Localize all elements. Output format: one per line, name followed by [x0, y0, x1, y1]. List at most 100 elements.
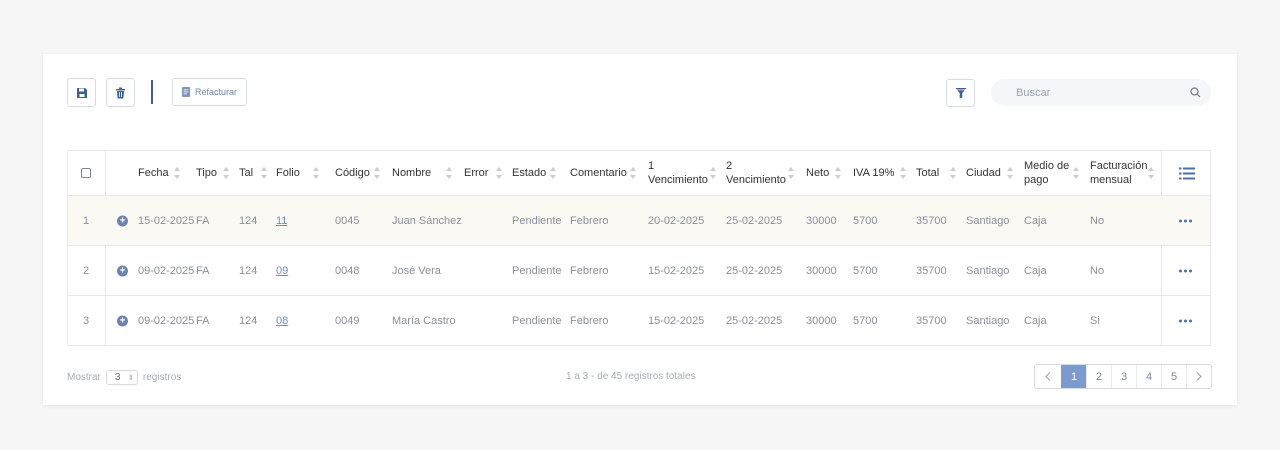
document-icon: [182, 87, 190, 97]
cell-fecha: 09-02-2025: [138, 315, 195, 327]
search-input[interactable]: [1016, 86, 1190, 99]
search-icon[interactable]: [1190, 87, 1201, 98]
page-size-select[interactable]: 3: [105, 370, 138, 385]
cell-ciudad: Santiago: [966, 214, 1010, 227]
select-all-checkbox[interactable]: [81, 168, 91, 178]
delete-button[interactable]: [106, 78, 135, 107]
col-folio[interactable]: Folio: [276, 166, 300, 180]
more-icon[interactable]: [1179, 219, 1192, 222]
save-button[interactable]: [67, 78, 96, 107]
sort-icon[interactable]: [496, 167, 502, 179]
page-button-2[interactable]: 2: [1086, 365, 1111, 388]
col-medio-pago[interactable]: Medio de pago: [1024, 159, 1074, 187]
sort-icon[interactable]: [261, 167, 267, 179]
cell-medio-pago: Caja: [1024, 264, 1047, 277]
row-index: 2: [83, 264, 90, 277]
cell-total: 35700: [916, 315, 947, 327]
cell-iva: 5700: [853, 315, 878, 327]
cell-medio-pago: Caja: [1024, 315, 1047, 327]
more-icon[interactable]: [1179, 319, 1192, 323]
col-error[interactable]: Error: [464, 166, 488, 180]
cell-vencimiento-1: 20-02-2025: [648, 214, 705, 227]
col-ciudad[interactable]: Ciudad: [966, 166, 1001, 180]
row-index: 1: [83, 214, 90, 227]
col-tipo[interactable]: Tipo: [196, 166, 217, 180]
cell-ciudad: Santiago: [966, 315, 1010, 327]
expand-icon[interactable]: +: [117, 265, 128, 276]
cell-fecha: 09-02-2025: [138, 264, 195, 277]
sort-icon[interactable]: [900, 167, 906, 179]
table-row[interactable]: 2 + 09-02-2025 FA 124 09 0048 José Vera …: [68, 246, 1210, 296]
cell-comentario: Febrero: [570, 264, 609, 277]
sort-icon[interactable]: [710, 167, 716, 179]
sort-icon[interactable]: [1148, 167, 1154, 179]
col-total[interactable]: Total: [916, 166, 939, 180]
sort-icon[interactable]: [374, 167, 380, 179]
sort-icon[interactable]: [446, 167, 452, 179]
cell-vencimiento-2: 25-02-2025: [726, 264, 783, 277]
col-vencimiento-2[interactable]: 2 Vencimiento: [726, 159, 786, 187]
toolbar-divider: [151, 80, 153, 104]
invoices-panel: Refacturar Fecha Tipo Tal Folio Código N…: [43, 54, 1237, 405]
cell-neto: 30000: [806, 264, 837, 277]
cell-folio-link[interactable]: 08: [276, 315, 288, 327]
sort-icon[interactable]: [313, 167, 319, 179]
cell-iva: 5700: [853, 264, 878, 277]
cell-estado: Pendiente: [512, 214, 562, 227]
expand-icon[interactable]: +: [117, 315, 128, 327]
sort-icon[interactable]: [223, 167, 229, 179]
column-list-icon[interactable]: [1179, 167, 1195, 180]
sort-icon[interactable]: [788, 167, 794, 179]
sort-icon[interactable]: [950, 167, 956, 179]
sort-icon[interactable]: [1073, 167, 1079, 179]
page-button-3[interactable]: 3: [1111, 365, 1136, 388]
registros-label: registros: [142, 372, 182, 383]
chevron-left-icon: [1045, 372, 1051, 381]
col-label: 1 Vencimiento: [648, 160, 708, 186]
table-row[interactable]: 3 + 09-02-2025 FA 124 08 0049 María Cast…: [68, 296, 1210, 346]
sort-icon[interactable]: [550, 167, 556, 179]
col-label: Folio: [276, 167, 300, 179]
col-vencimiento-1[interactable]: 1 Vencimiento: [648, 159, 708, 187]
col-comentario[interactable]: Comentario: [570, 166, 627, 180]
sort-icon[interactable]: [174, 167, 180, 179]
next-page-button[interactable]: [1186, 365, 1211, 388]
col-iva[interactable]: IVA 19%: [853, 166, 894, 180]
filter-button[interactable]: [946, 79, 975, 107]
col-label: Fecha: [138, 167, 169, 179]
table-row[interactable]: 1 + 15-02-2025 FA 124 11 0045 Juan Sánch…: [68, 196, 1210, 246]
trash-icon: [116, 87, 125, 98]
sort-icon[interactable]: [630, 167, 636, 179]
sort-icon[interactable]: [835, 167, 841, 179]
page-button-1[interactable]: 1: [1061, 365, 1086, 388]
sort-icon[interactable]: [1007, 167, 1013, 179]
page-button-4[interactable]: 4: [1136, 365, 1161, 388]
col-label: Error: [464, 167, 489, 179]
col-codigo[interactable]: Código: [335, 166, 370, 180]
cell-folio-link[interactable]: 09: [276, 265, 288, 277]
cell-medio-pago: Caja: [1024, 214, 1047, 227]
search-box[interactable]: [991, 79, 1211, 106]
col-neto[interactable]: Neto: [806, 166, 829, 180]
col-estado[interactable]: Estado: [512, 166, 546, 180]
cell-folio-link[interactable]: 11: [276, 215, 287, 227]
cell-tal: 124: [239, 264, 258, 277]
refacturar-button[interactable]: Refacturar: [172, 78, 248, 106]
cell-total: 35700: [916, 264, 947, 277]
cell-tal: 124: [239, 214, 258, 227]
col-tal[interactable]: Tal: [239, 166, 253, 180]
more-icon[interactable]: [1179, 269, 1192, 272]
col-nombre[interactable]: Nombre: [392, 166, 431, 180]
table-header: Fecha Tipo Tal Folio Código Nombre Error…: [68, 151, 1210, 196]
refacturar-label: Refacturar: [195, 87, 238, 97]
cell-codigo: 0049: [335, 315, 360, 327]
page-button-5[interactable]: 5: [1161, 365, 1186, 388]
records-summary: 1 a 3 - de 45 registros totales: [566, 371, 696, 382]
col-label: Medio de pago: [1024, 160, 1070, 186]
prev-page-button[interactable]: [1035, 365, 1061, 388]
chevron-right-icon: [1196, 372, 1202, 381]
col-fecha[interactable]: Fecha: [138, 166, 169, 180]
col-facturacion-mensual[interactable]: Facturación mensual: [1090, 159, 1150, 187]
col-label: Neto: [806, 167, 830, 179]
expand-icon[interactable]: +: [117, 215, 128, 226]
